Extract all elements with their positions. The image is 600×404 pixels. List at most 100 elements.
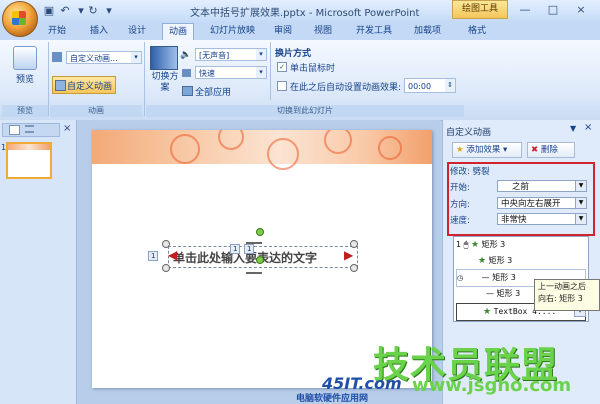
resize-handle[interactable] [350, 264, 358, 272]
close-icon[interactable]: × [63, 123, 71, 134]
pane-menu-icon[interactable]: ▼ [570, 124, 576, 133]
tab-home[interactable]: 开始 [42, 23, 72, 39]
mouse-click-icon: 🖱 [463, 240, 469, 249]
tab-review[interactable]: 审阅 [268, 23, 298, 39]
resize-handle[interactable] [162, 240, 170, 248]
add-effect-button[interactable]: ★ 添加效果 ▾ [452, 142, 522, 158]
chevron-down-icon: ▼ [575, 198, 586, 208]
direction-select[interactable]: 中央向左右展开 ▼ [497, 197, 587, 209]
custom-animation-label: 自定义动画 [67, 82, 113, 92]
right-arrow-shape[interactable]: ▶ [344, 248, 353, 262]
tooltip: 上一动画之后 向右: 矩形 3 [534, 279, 600, 311]
animation-list-item[interactable]: — 矩形 3 [486, 286, 520, 302]
add-effect-icon: ★ [456, 145, 464, 155]
tab-developer[interactable]: 开发工具 [350, 23, 398, 39]
resize-handle[interactable] [162, 264, 170, 272]
resize-handle[interactable] [350, 240, 358, 248]
remove-label: 删除 [540, 145, 558, 155]
animate-combo-value: 自定义动画... [70, 54, 118, 63]
watermark-logo-sub: 电脑软硬件应用网 [296, 394, 369, 404]
redo-icon[interactable]: ↻ [86, 4, 100, 17]
decorative-circle [170, 134, 200, 164]
chevron-down-icon: ▾ [256, 49, 266, 60]
direction-value: 中央向左右展开 [501, 199, 561, 209]
slide-thumbnail[interactable] [6, 142, 52, 179]
close-button[interactable]: × [568, 2, 594, 18]
auto-after-checkbox[interactable] [277, 81, 287, 91]
remove-button[interactable]: ✖ 删除 [527, 142, 575, 158]
animation-list-item[interactable]: 1 🖱 ★ 矩形 3 [456, 237, 505, 253]
clock-icon: ◷ [457, 274, 464, 282]
undo-icon[interactable]: ↶ [58, 4, 72, 17]
on-click-checkbox[interactable]: ✓ [277, 62, 287, 72]
speed-select[interactable]: 非常快 ▼ [497, 213, 587, 225]
sound-icon: 🔈 [180, 50, 192, 60]
office-button[interactable] [2, 1, 38, 37]
line-icon: — [481, 273, 490, 282]
sound-combo-value: [无声音] [199, 51, 230, 60]
chevron-down-icon: ▼ [575, 181, 586, 191]
on-click-label: 单击鼠标时 [290, 64, 336, 74]
custom-animation-button[interactable]: 自定义动画 [52, 76, 116, 94]
save-icon[interactable]: ▣ [42, 4, 56, 17]
modify-label: 修改: 劈裂 [450, 167, 490, 177]
left-arrow-shape[interactable]: ◀ [168, 248, 177, 262]
start-label: 开始: [450, 183, 470, 193]
apply-all-button[interactable]: 全部应用 [195, 85, 231, 98]
tab-format[interactable]: 格式 [462, 23, 492, 39]
start-select[interactable]: 之前 ▼ [497, 180, 587, 192]
tab-animation[interactable]: 动画 [162, 23, 195, 41]
contextual-tab-drawing-tools: 绘图工具 [452, 0, 508, 19]
animation-order-number: 1 [456, 240, 462, 249]
tab-insert[interactable]: 插入 [84, 23, 114, 39]
customize-icon[interactable]: ▾ [102, 4, 116, 17]
rotate-handle[interactable] [256, 228, 264, 236]
animation-list-item[interactable]: ★ 矩形 3 [478, 253, 512, 269]
star-icon: ★ [471, 240, 480, 250]
pane-title: 自定义动画 [446, 128, 492, 138]
animation-item-name: 矩形 3 [481, 240, 506, 249]
animation-order-tag: 1 [148, 251, 159, 261]
auto-after-time-input[interactable]: 00:00 ⇕ [404, 78, 456, 93]
advance-slide-title: 换片方式 [275, 49, 312, 59]
tab-design[interactable]: 设计 [122, 23, 152, 39]
preview-button[interactable]: 预览 [8, 46, 42, 85]
preview-button-label: 预览 [15, 75, 34, 85]
group-separator [144, 42, 145, 116]
transition-scheme-button[interactable]: 切换方案 [148, 72, 182, 94]
office-logo-icon [12, 11, 26, 25]
sound-combo[interactable]: [无声音] ▾ [195, 48, 267, 61]
auto-after-time-value: 00:00 [408, 82, 432, 91]
transition-scheme-icon [150, 46, 178, 70]
tab-slideshow[interactable]: 幻灯片放映 [204, 23, 261, 39]
speed-combo[interactable]: 快速 ▾ [195, 66, 267, 79]
animation-item-name: 矩形 3 [488, 256, 513, 265]
animation-item-name: 矩形 3 [496, 289, 521, 298]
animation-order-tag: 1 [244, 244, 255, 254]
tooltip-line: 向右: 矩形 3 [538, 294, 583, 303]
adjust-handle[interactable] [256, 256, 264, 264]
group-label-transition: 切换到此幻灯片 [146, 105, 464, 117]
window-title: 文本中括号扩展效果.pptx - Microsoft PowerPoint [190, 8, 420, 19]
tab-addins[interactable]: 加载项 [408, 23, 447, 39]
spinner-icon: ⇕ [445, 79, 455, 92]
outline-tab-icon[interactable] [25, 125, 34, 133]
direction-label: 方向: [450, 200, 470, 210]
tab-view[interactable]: 视图 [308, 23, 338, 39]
star-icon: ★ [478, 256, 487, 266]
maximize-button[interactable]: □ [540, 2, 566, 18]
group-separator [48, 42, 49, 116]
decorative-circle [378, 136, 402, 160]
group-label-preview: 预览 [2, 105, 48, 117]
remove-icon: ✖ [531, 145, 539, 155]
animate-combo[interactable]: 自定义动画... ▾ [66, 51, 142, 64]
start-value: 之前 [512, 182, 530, 192]
close-icon[interactable]: × [584, 122, 592, 133]
group-label-animation: 动画 [50, 105, 142, 117]
minimize-button[interactable]: — [512, 2, 538, 18]
speed-label: 速度: [450, 216, 470, 226]
chevron-down-icon: ▼ [575, 214, 586, 224]
apply-all-icon [182, 86, 193, 96]
watermark-domain: www.jsgho.com [412, 375, 572, 396]
slides-tab-icon[interactable] [9, 125, 20, 135]
